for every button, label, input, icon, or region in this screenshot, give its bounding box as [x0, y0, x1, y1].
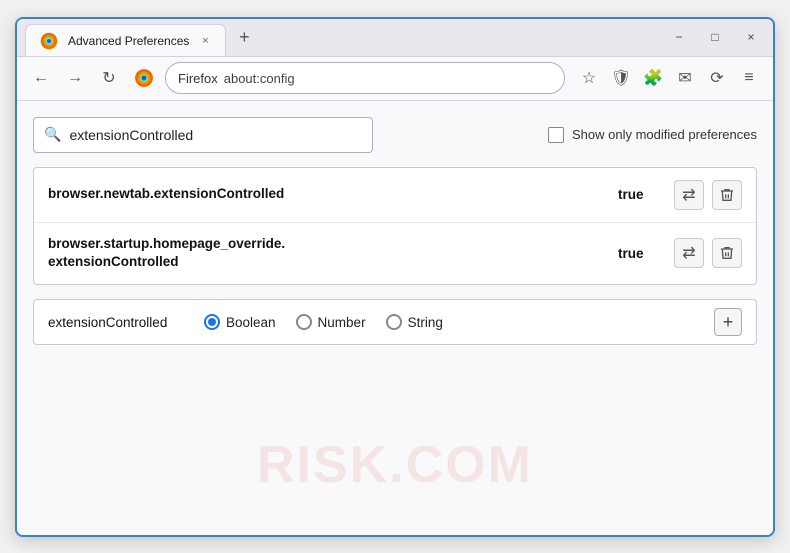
extension-icon[interactable]: 🧩 — [639, 64, 667, 92]
results-table: browser.newtab.extensionControlled true … — [33, 167, 757, 286]
radio-string[interactable]: String — [386, 314, 443, 330]
show-modified-label: Show only modified preferences — [572, 127, 757, 142]
close-button[interactable]: × — [737, 27, 765, 47]
row-actions: ⇄ — [674, 238, 742, 268]
mail-icon[interactable]: ✉ — [671, 64, 699, 92]
nav-icons-group: ☆ 🛡 🧩 ✉ ⟳ ≡ — [575, 64, 763, 92]
add-preference-button[interactable]: + — [714, 308, 742, 336]
maximize-button[interactable]: □ — [701, 27, 729, 47]
tab-close-button[interactable]: × — [197, 33, 213, 49]
pref-value: true — [618, 187, 658, 202]
back-button[interactable]: ← — [27, 64, 55, 92]
delete-button[interactable] — [712, 238, 742, 268]
browser-tab[interactable]: Advanced Preferences × — [25, 24, 226, 56]
navigation-bar: ← → ↻ Firefox ☆ 🛡 🧩 ✉ ⟳ ≡ — [17, 57, 773, 101]
delete-icon — [719, 187, 735, 203]
window-controls: − □ × — [665, 27, 765, 47]
add-preference-row: extensionControlled Boolean Number Strin… — [33, 299, 757, 345]
radio-string-label: String — [408, 315, 443, 330]
address-input[interactable] — [224, 71, 552, 86]
reload-button[interactable]: ↻ — [95, 64, 123, 92]
show-modified-row: Show only modified preferences — [548, 127, 757, 143]
table-row: browser.newtab.extensionControlled true … — [34, 168, 756, 223]
toggle-button[interactable]: ⇄ — [674, 238, 704, 268]
radio-number-circle — [296, 314, 312, 330]
watermark: RISK.COM — [257, 435, 533, 495]
radio-string-circle — [386, 314, 402, 330]
delete-icon — [719, 245, 735, 261]
search-input[interactable] — [69, 127, 362, 143]
shield-icon[interactable]: 🛡 — [607, 64, 635, 92]
pref-value: true — [618, 246, 658, 261]
title-bar: Advanced Preferences × + − □ × — [17, 19, 773, 57]
radio-boolean[interactable]: Boolean — [204, 314, 276, 330]
firefox-logo-icon — [133, 67, 155, 89]
tab-firefox-icon — [38, 30, 60, 52]
search-row: 🔍 Show only modified preferences — [33, 117, 757, 153]
radio-boolean-label: Boolean — [226, 315, 276, 330]
forward-button[interactable]: → — [61, 64, 89, 92]
pref-name: browser.startup.homepage_override. exten… — [48, 235, 618, 273]
browser-window: Advanced Preferences × + − □ × ← → ↻ Fir… — [15, 17, 775, 537]
radio-boolean-circle — [204, 314, 220, 330]
new-pref-name: extensionControlled — [48, 315, 188, 330]
address-bar[interactable]: Firefox — [165, 62, 565, 94]
minimize-button[interactable]: − — [665, 27, 693, 47]
delete-button[interactable] — [712, 180, 742, 210]
bookmark-icon[interactable]: ☆ — [575, 64, 603, 92]
sync-icon[interactable]: ⟳ — [703, 64, 731, 92]
search-icon: 🔍 — [44, 126, 61, 143]
toggle-button[interactable]: ⇄ — [674, 180, 704, 210]
pref-name: browser.newtab.extensionControlled — [48, 185, 618, 204]
tab-title: Advanced Preferences — [68, 34, 189, 48]
radio-number-label: Number — [318, 315, 366, 330]
browser-name-label: Firefox — [178, 71, 218, 86]
search-box[interactable]: 🔍 — [33, 117, 373, 153]
radio-number[interactable]: Number — [296, 314, 366, 330]
row-actions: ⇄ — [674, 180, 742, 210]
content-area: 🔍 Show only modified preferences browser… — [17, 101, 773, 535]
type-radio-group: Boolean Number String — [204, 314, 698, 330]
table-row: browser.startup.homepage_override. exten… — [34, 223, 756, 285]
show-modified-checkbox[interactable] — [548, 127, 564, 143]
new-tab-button[interactable]: + — [230, 23, 258, 51]
menu-icon[interactable]: ≡ — [735, 64, 763, 92]
